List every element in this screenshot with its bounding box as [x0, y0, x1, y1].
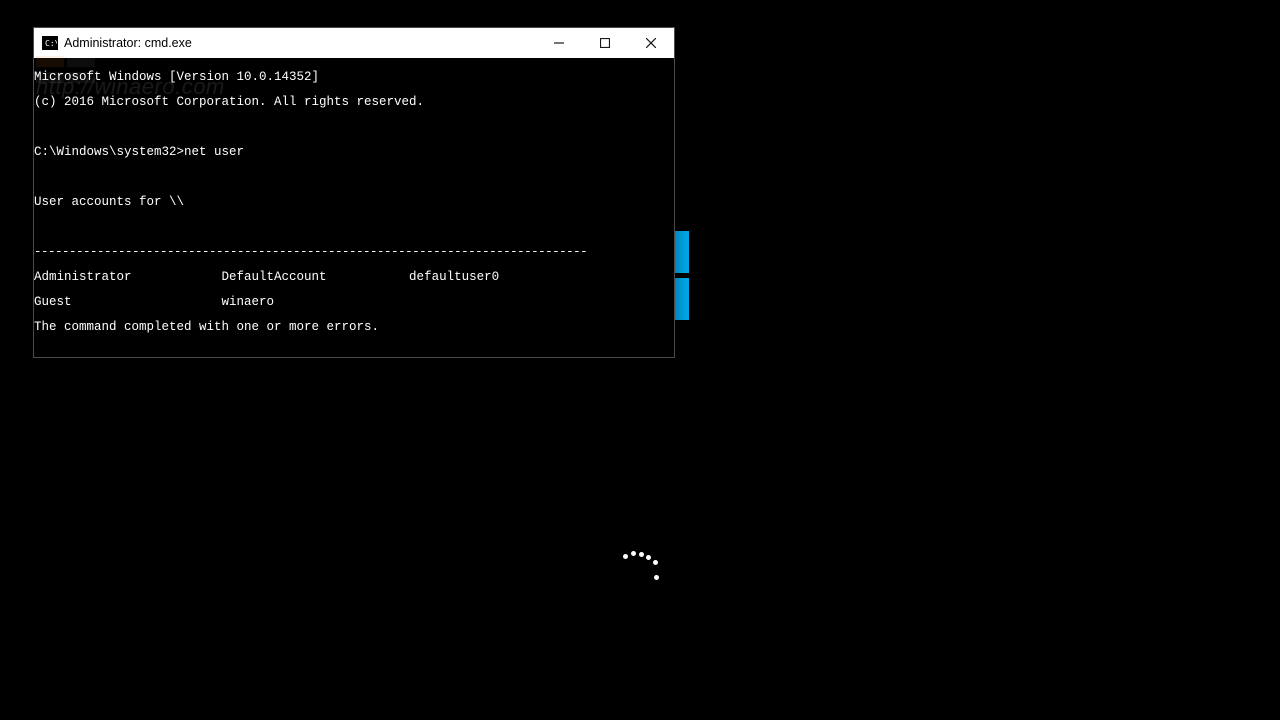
- console-line: Guest winaero: [34, 296, 674, 309]
- console-line: User accounts for \\: [34, 196, 674, 209]
- console-line: ----------------------------------------…: [34, 246, 674, 259]
- spinner-dot: [646, 555, 651, 560]
- cmd-icon: C:\: [42, 36, 58, 50]
- spinner-dot: [623, 554, 628, 559]
- console-line: [34, 171, 674, 184]
- console-line: Microsoft Windows [Version 10.0.14352]: [34, 71, 674, 84]
- spinner-dot: [654, 575, 659, 580]
- maximize-button[interactable]: [582, 28, 628, 58]
- console-line: [34, 221, 674, 234]
- console-line: C:\Windows\system32>net user: [34, 146, 674, 159]
- titlebar[interactable]: C:\ Administrator: cmd.exe: [34, 28, 674, 58]
- console-line: [34, 346, 674, 358]
- spinner-dot: [631, 551, 636, 556]
- console-line: (c) 2016 Microsoft Corporation. All righ…: [34, 96, 674, 109]
- console-line: The command completed with one or more e…: [34, 321, 674, 334]
- svg-text:C:\: C:\: [45, 39, 57, 48]
- close-button[interactable]: [628, 28, 674, 58]
- cmd-window: C:\ Administrator: cmd.exe Microsoft Win…: [33, 27, 675, 358]
- window-title: Administrator: cmd.exe: [64, 36, 536, 50]
- console-line: [34, 121, 674, 134]
- console-line: Administrator DefaultAccount defaultuser…: [34, 271, 674, 284]
- loading-spinner: [620, 545, 660, 585]
- accent-strip: [674, 231, 689, 273]
- accent-strip: [674, 278, 689, 320]
- minimize-button[interactable]: [536, 28, 582, 58]
- spinner-dot: [653, 560, 658, 565]
- spinner-dot: [639, 552, 644, 557]
- console-output[interactable]: Microsoft Windows [Version 10.0.14352] (…: [34, 58, 674, 357]
